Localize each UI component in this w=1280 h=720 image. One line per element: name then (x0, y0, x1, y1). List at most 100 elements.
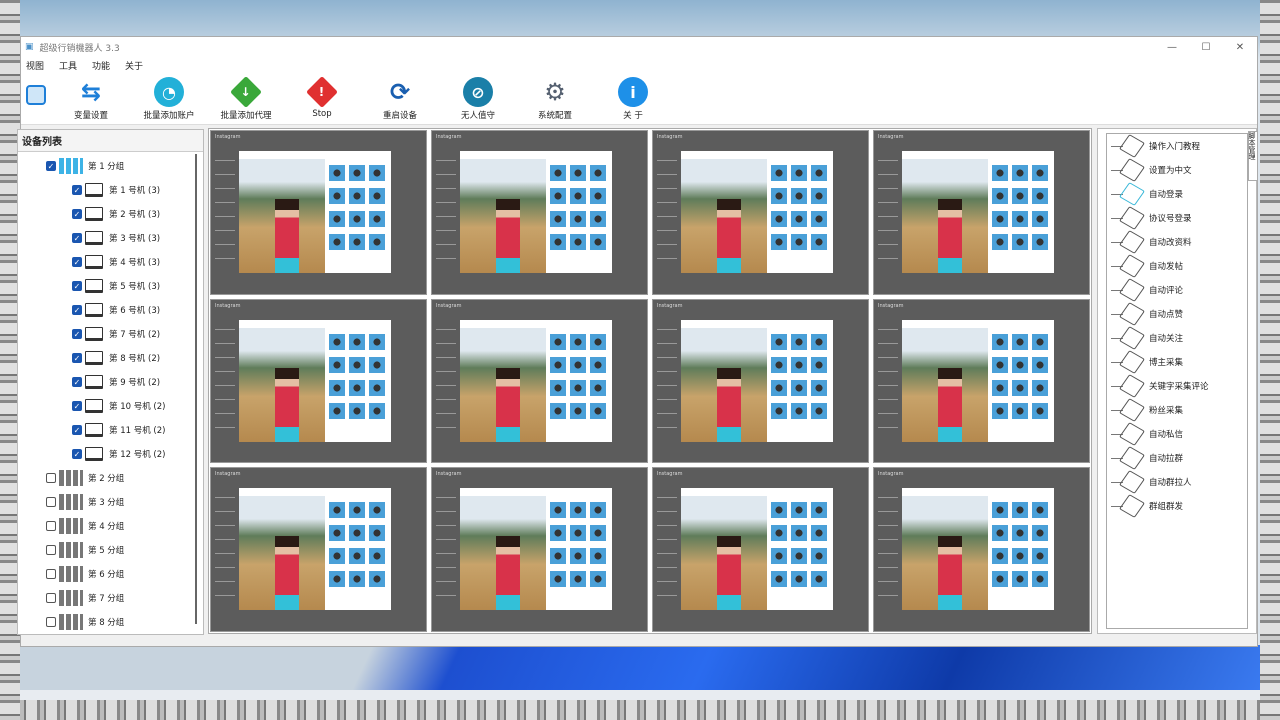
filter-thumbnail (369, 356, 385, 373)
device-group[interactable]: 第 8 分组 (46, 610, 203, 634)
device-checkbox[interactable]: ✓ (72, 401, 82, 411)
tab-script-manager[interactable]: 脚本管理 (1248, 131, 1258, 181)
device-group[interactable]: 第 5 分组 (46, 538, 203, 562)
cube-icon (1119, 374, 1145, 398)
script-item[interactable]: 关键字采集评论 (1107, 374, 1247, 398)
group-checkbox[interactable] (46, 593, 56, 603)
device-checkbox[interactable]: ✓ (72, 257, 82, 267)
screen-app-name: Instagram (657, 302, 683, 309)
script-item[interactable]: 粉丝采集 (1107, 398, 1247, 422)
device-group[interactable]: ✓ 第 1 分组 (46, 154, 203, 178)
device-screen[interactable]: Instagram (873, 467, 1090, 632)
device-checkbox[interactable]: ✓ (72, 281, 82, 291)
script-item[interactable]: 自动点赞 (1107, 302, 1247, 326)
device-checkbox[interactable]: ✓ (72, 329, 82, 339)
device-list-scrollbar[interactable] (195, 154, 197, 624)
menu-view[interactable]: 视图 (26, 59, 44, 72)
script-item[interactable]: 博主采集 (1107, 350, 1247, 374)
script-label: 自动群拉人 (1149, 478, 1192, 488)
filter-thumbnail (369, 379, 385, 396)
script-item[interactable]: 自动评论 (1107, 278, 1247, 302)
script-item[interactable]: 设置为中文 (1107, 158, 1247, 182)
filter-thumbnail (570, 188, 586, 204)
device-item[interactable]: ✓ 第 10 号机 (2) (46, 394, 203, 418)
toolbar-button-info[interactable]: i 关 于 (598, 77, 668, 121)
script-item[interactable]: 自动改资料 (1107, 230, 1247, 254)
device-screen[interactable]: Instagram (873, 298, 1090, 464)
device-group[interactable]: 第 7 分组 (46, 586, 203, 610)
device-group[interactable]: 第 2 分组 (46, 466, 203, 490)
toolbar-button-flow[interactable]: ⇆ 变量设置 (56, 77, 126, 121)
photo-preview (681, 496, 767, 611)
group-checkbox[interactable] (46, 617, 56, 627)
device-screen[interactable]: Instagram (210, 130, 427, 295)
group-checkbox[interactable] (46, 473, 56, 483)
device-checkbox[interactable]: ✓ (72, 209, 82, 219)
filter-thumbnail (1012, 502, 1028, 519)
toolbar-button-download-diamond[interactable]: ↓ 批量添加代理 (211, 76, 281, 121)
device-checkbox[interactable]: ✓ (72, 353, 82, 363)
script-item[interactable]: 自动拉群 (1107, 446, 1247, 470)
device-screen[interactable]: Instagram (210, 467, 427, 632)
device-item[interactable]: ✓ 第 6 号机 (3) (46, 298, 203, 322)
script-item[interactable]: 协议号登录 (1107, 206, 1247, 230)
script-item[interactable]: 自动私信 (1107, 422, 1247, 446)
device-item[interactable]: ✓ 第 11 号机 (2) (46, 418, 203, 442)
device-item[interactable]: ✓ 第 9 号机 (2) (46, 370, 203, 394)
device-item[interactable]: ✓ 第 1 号机 (3) (46, 178, 203, 202)
device-item[interactable]: ✓ 第 3 号机 (3) (46, 226, 203, 250)
device-checkbox[interactable]: ✓ (72, 425, 82, 435)
device-checkbox[interactable]: ✓ (72, 233, 82, 243)
menu-functions[interactable]: 功能 (92, 59, 110, 72)
device-item[interactable]: ✓ 第 4 号机 (3) (46, 250, 203, 274)
toolbar-button-gear[interactable]: ⚙ 系统配置 (520, 77, 590, 121)
device-screen[interactable]: Instagram (210, 298, 427, 464)
minimize-button[interactable]: — (1155, 42, 1189, 53)
device-item[interactable]: ✓ 第 2 号机 (3) (46, 202, 203, 226)
device-screen[interactable]: Instagram (652, 467, 869, 632)
device-checkbox[interactable]: ✓ (72, 449, 82, 459)
script-item[interactable]: 群组群发 (1107, 494, 1247, 518)
toolbar-button-unattended[interactable]: ⊘ 无人值守 (443, 77, 513, 121)
device-screen[interactable]: Instagram (431, 467, 648, 632)
script-item[interactable]: 自动群拉人 (1107, 470, 1247, 494)
device-screen[interactable]: Instagram (652, 130, 869, 295)
toolbar-button-stop-warning[interactable]: ! Stop (287, 76, 357, 119)
group-checkbox[interactable] (46, 569, 56, 579)
script-item[interactable]: 自动登录 (1107, 182, 1247, 206)
group-checkbox[interactable] (46, 497, 56, 507)
script-item[interactable]: 自动发帖 (1107, 254, 1247, 278)
device-screen[interactable]: Instagram (431, 298, 648, 464)
script-item[interactable]: 自动关注 (1107, 326, 1247, 350)
menu-about[interactable]: 关于 (125, 59, 143, 72)
toolbar-button-ring[interactable]: ◔ 批量添加账户 (134, 77, 204, 121)
device-checkbox[interactable]: ✓ (72, 185, 82, 195)
gear-icon: ⚙ (544, 78, 566, 106)
script-label: 群组群发 (1149, 502, 1184, 512)
group-label: 第 3 分组 (88, 498, 125, 508)
device-checkbox[interactable]: ✓ (72, 305, 82, 315)
device-screen[interactable]: Instagram (652, 298, 869, 464)
device-item[interactable]: ✓ 第 12 号机 (2) (46, 442, 203, 466)
group-checkbox[interactable] (46, 545, 56, 555)
device-item[interactable]: ✓ 第 5 号机 (3) (46, 274, 203, 298)
toolbar: ⇆ 变量设置 ◔ 批量添加账户 ↓ 批量添加代理! Stop ⟳ 重启设备 ⊘ 无人值守 ⚙ 系统配置 i… (21, 73, 1257, 125)
filter-thumbnail (791, 165, 807, 181)
device-checkbox[interactable]: ✓ (72, 377, 82, 387)
toolbar-button-restart[interactable]: ⟳ 重启设备 (365, 77, 435, 121)
filter-grid (771, 502, 827, 588)
group-checkbox[interactable]: ✓ (46, 161, 56, 171)
device-group[interactable]: 第 6 分组 (46, 562, 203, 586)
device-group[interactable]: 第 3 分组 (46, 490, 203, 514)
close-button[interactable]: ✕ (1223, 42, 1257, 53)
maximize-button[interactable]: ☐ (1189, 42, 1223, 53)
device-group[interactable]: 第 4 分组 (46, 514, 203, 538)
device-item[interactable]: ✓ 第 8 号机 (2) (46, 346, 203, 370)
script-item[interactable]: 操作入门教程 (1107, 134, 1247, 158)
toolbar-label: 批量添加账户 (143, 111, 195, 121)
group-checkbox[interactable] (46, 521, 56, 531)
device-screen[interactable]: Instagram (873, 130, 1090, 295)
menu-tools[interactable]: 工具 (59, 59, 77, 72)
device-screen[interactable]: Instagram (431, 130, 648, 295)
device-item[interactable]: ✓ 第 7 号机 (2) (46, 322, 203, 346)
